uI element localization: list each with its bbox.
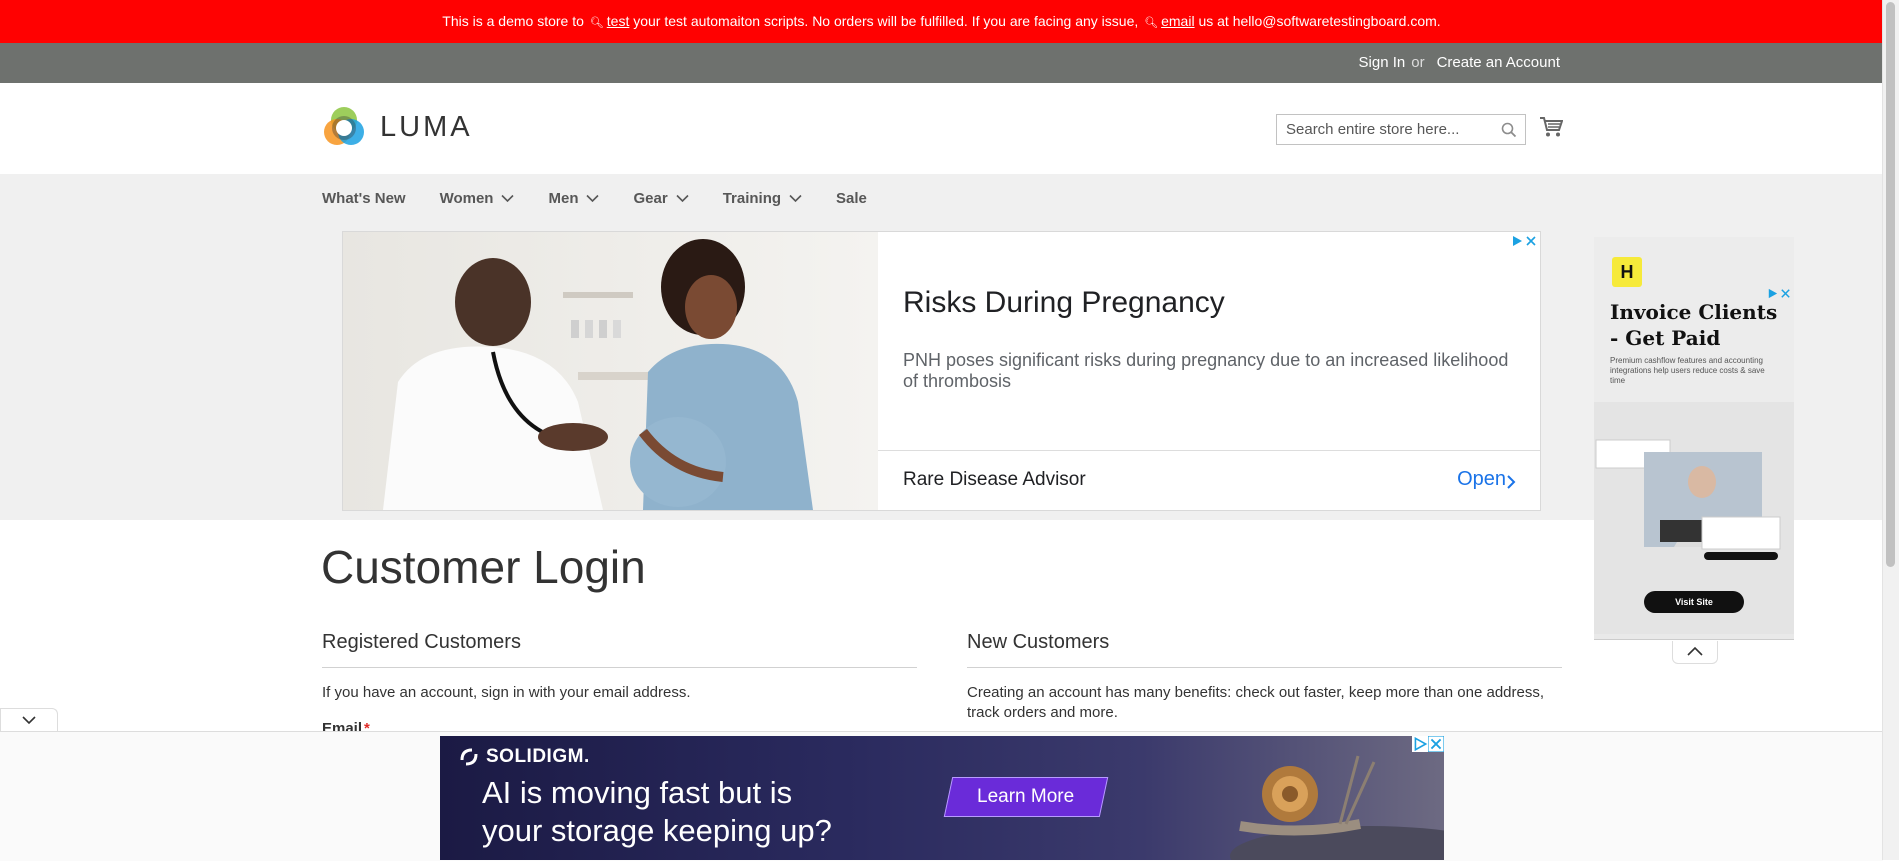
close-icon[interactable] (1524, 234, 1538, 248)
nav-item-women[interactable]: Women (440, 190, 515, 207)
page-title: Customer Login (321, 541, 646, 593)
demo-notice-bar: This is a demo store to 🔍︎ test your test… (0, 0, 1883, 43)
demo-email-link[interactable]: email (1161, 13, 1194, 29)
search-box (1276, 114, 1526, 145)
banner-ad[interactable]: Risks During Pregnancy PNH poses signifi… (342, 231, 1541, 511)
side-ad-logo: H (1612, 257, 1642, 287)
registered-customers-text: If you have an account, sign in with you… (322, 684, 691, 701)
bottom-ad-headline-line1: AI is moving fast but is (482, 775, 793, 810)
side-ad-subtitle: Premium cashflow features and accounting… (1610, 356, 1765, 385)
search-input[interactable] (1277, 115, 1505, 144)
nav-item-label: Gear (633, 189, 668, 207)
nav-item-label: Men (548, 189, 579, 207)
nav-item-training[interactable]: Training (723, 190, 802, 207)
ad-copy-area: Risks During Pregnancy PNH poses signifi… (878, 232, 1540, 451)
create-account-link[interactable]: Create an Account (1437, 54, 1560, 71)
chevron-down-icon[interactable] (676, 194, 689, 203)
cart-icon[interactable] (1539, 116, 1563, 138)
nav-list: What's New Women Men Gear Training Sale (322, 174, 901, 222)
bottom-ad-headline-line2: your storage keeping up? (482, 813, 832, 848)
chevron-down-icon[interactable] (586, 194, 600, 203)
nav-item-gear[interactable]: Gear (633, 189, 689, 207)
bottom-ad-headline: AI is moving fast but is your storage ke… (482, 774, 832, 850)
solidigm-logo: SOLIDIGM. (458, 746, 590, 768)
luma-brand-text: LUMA (380, 110, 473, 143)
solidigm-brand-text: SOLIDIGM. (486, 746, 590, 767)
demo-notice-text-2: your test automaiton scripts. No orders … (633, 13, 1139, 29)
bottom-ad-choices[interactable] (1412, 736, 1444, 752)
search-icon: 🔍︎ (1144, 17, 1159, 29)
nav-item-label: What's New (322, 189, 406, 207)
nav-item-label: Sale (836, 189, 867, 207)
adchoices-icon[interactable] (1412, 736, 1428, 752)
bottom-ad-collapse-toggle[interactable] (0, 708, 58, 733)
side-ad[interactable]: H Invoice Clients - Get Paid Premium cas… (1594, 237, 1794, 640)
nav-item-men[interactable]: Men (548, 189, 600, 207)
luma-logo[interactable]: LUMA (322, 105, 473, 149)
visit-site-button[interactable]: Visit Site (1644, 591, 1744, 613)
ad-open-button[interactable]: Open (1457, 468, 1506, 491)
ad-headline[interactable]: Risks During Pregnancy (903, 286, 1225, 320)
adchoices-icon[interactable] (1510, 234, 1524, 248)
divider (967, 667, 1562, 668)
ad-advertiser: Rare Disease Advisor (903, 469, 1086, 490)
demo-notice-text: This is a demo store to (442, 13, 584, 29)
ad-description: PNH poses significant risks during pregn… (903, 350, 1509, 391)
chevron-right-icon (1507, 475, 1516, 489)
new-customers-text: Creating an account has many benefits: c… (967, 684, 1545, 721)
new-customers-title: New Customers (967, 631, 1110, 653)
bottom-banner-ad[interactable]: SOLIDIGM. AI is moving fast but is your … (440, 736, 1444, 860)
side-ad-collapse-toggle[interactable] (1672, 641, 1718, 664)
learn-more-label: Learn More (977, 786, 1075, 807)
registered-customers-title: Registered Customers (322, 631, 521, 653)
page-scrollbar[interactable] (1882, 0, 1899, 860)
or-separator: or (1411, 54, 1425, 71)
demo-notice-text-3: us at hello@softwaretestingboard.com. (1198, 13, 1441, 29)
nav-item-sale[interactable]: Sale (836, 190, 867, 207)
search-icon: 🔍︎ (589, 17, 604, 29)
search-icon[interactable] (1501, 122, 1517, 138)
nav-item-label: Training (722, 189, 782, 207)
ad-photo-image (343, 232, 878, 510)
scrollbar-thumb[interactable] (1886, 2, 1895, 567)
chevron-down-icon[interactable] (1, 709, 57, 731)
luma-logo-icon (324, 107, 364, 145)
sign-in-link[interactable]: Sign In (1359, 54, 1406, 71)
nav-item-what-s-new[interactable]: What's New (322, 190, 406, 207)
chevron-down-icon[interactable] (501, 194, 515, 203)
account-links: Sign In or Create an Account (1353, 43, 1560, 83)
learn-more-button[interactable]: Learn More (943, 777, 1109, 817)
solidigm-logo-icon (460, 748, 478, 766)
close-icon[interactable] (1428, 736, 1444, 752)
site-header: LUMA (0, 83, 1883, 174)
chevron-up-icon[interactable] (1673, 641, 1717, 661)
demo-test-link[interactable]: test (607, 13, 630, 29)
divider (322, 667, 917, 668)
chevron-down-icon[interactable] (789, 194, 802, 203)
account-bar: Sign In or Create an Account (0, 43, 1883, 83)
nav-item-label: Women (439, 189, 494, 207)
side-ad-top: H Invoice Clients - Get Paid Premium cas… (1594, 237, 1794, 402)
ad-choices[interactable] (1510, 234, 1538, 248)
side-ad-title: Invoice Clients - Get Paid (1610, 300, 1778, 350)
